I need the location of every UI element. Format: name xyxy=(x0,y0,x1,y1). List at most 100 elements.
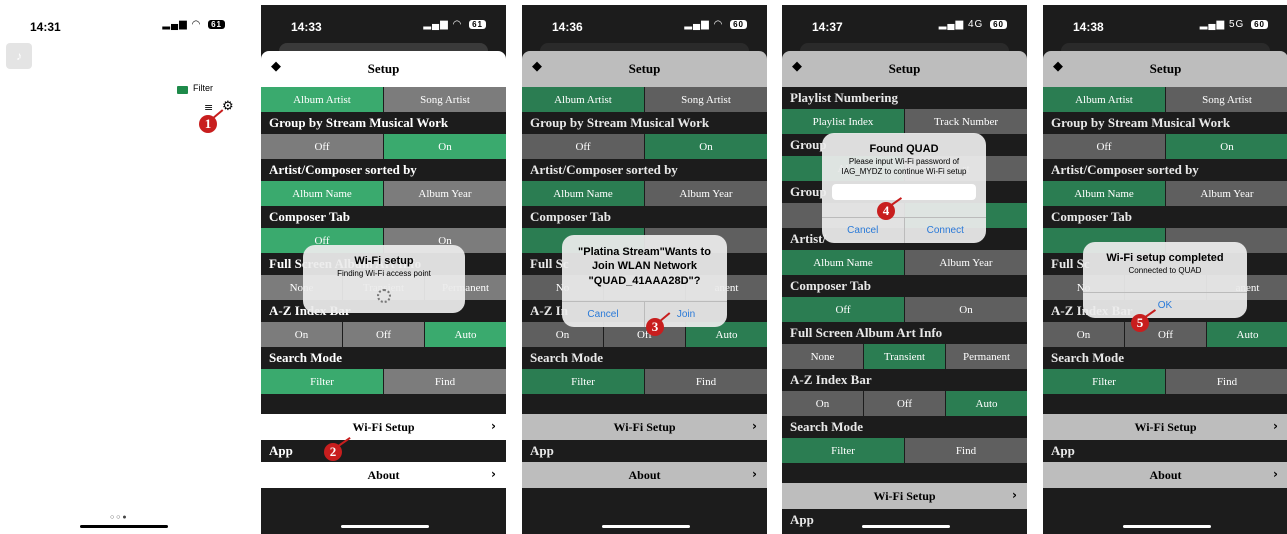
battery-icon: 60 xyxy=(990,20,1007,29)
option-auto[interactable]: Auto xyxy=(425,322,506,347)
option-on[interactable]: On xyxy=(782,391,864,416)
option-track-number[interactable]: Track Number xyxy=(905,109,1027,134)
network-type: 5G xyxy=(1228,19,1245,30)
page-title: Setup xyxy=(367,61,400,76)
page-title: Setup xyxy=(628,61,661,76)
phone-screen-3: 14:36 ▂▄▆ ◠ 60 ◆ Setup Album Artist Song … xyxy=(522,5,767,534)
wifi-setup-row[interactable]: Wi-Fi Setup › xyxy=(522,414,767,440)
join-network-dialog: "Platina Stream"Wants to Join WLAN Netwo… xyxy=(562,235,727,327)
dialog-title: Wi-Fi setup completed xyxy=(1106,252,1224,264)
section-header: Composer Tab xyxy=(269,209,351,224)
about-label: About xyxy=(1149,468,1182,482)
about-row[interactable]: About › xyxy=(522,462,767,488)
wifi-setup-row[interactable]: Wi-Fi Setup › xyxy=(1043,414,1287,440)
option-off[interactable]: Off xyxy=(343,322,425,347)
option-auto[interactable]: Auto xyxy=(946,391,1027,416)
option-album-artist[interactable]: Album Artist xyxy=(261,87,384,112)
option-album-year[interactable]: Album Year xyxy=(905,250,1027,275)
cancel-button[interactable]: Cancel xyxy=(822,218,905,243)
option-song-artist[interactable]: Song Artist xyxy=(384,87,506,112)
chevron-right-icon: › xyxy=(1273,419,1278,433)
password-input[interactable] xyxy=(832,184,976,201)
option-album-name[interactable]: Album Name xyxy=(522,181,645,206)
option-on[interactable]: On xyxy=(1166,134,1287,159)
ok-button[interactable]: OK xyxy=(1083,293,1247,318)
music-app-icon[interactable]: ♪ xyxy=(6,43,32,69)
network-type: 4G xyxy=(967,19,984,30)
clock: 14:33 xyxy=(291,20,322,34)
home-indicator xyxy=(862,525,950,528)
option-album-artist[interactable]: Album Artist xyxy=(1043,87,1166,112)
option-filter[interactable]: Filter xyxy=(522,369,645,394)
option-album-name[interactable]: Album Name xyxy=(1043,181,1166,206)
nav-bar: ◆ Setup xyxy=(522,51,767,87)
option-find[interactable]: Find xyxy=(1166,369,1287,394)
option-find[interactable]: Find xyxy=(905,438,1027,463)
option-permanent[interactable]: Permanent xyxy=(946,344,1027,369)
option-off[interactable]: Off xyxy=(522,134,645,159)
nav-bar: ◆ Setup xyxy=(782,51,1027,87)
page-title: Setup xyxy=(888,61,921,76)
option-song-artist[interactable]: Song Artist xyxy=(1166,87,1287,112)
dialog-message: Please input Wi-Fi password of IAG_MYDZ … xyxy=(841,157,967,176)
option-album-year[interactable]: Album Year xyxy=(645,181,767,206)
phone-screen-2: 14:33 ▂▄▆ ◠ 61 ◆ Setup Album Artist Song … xyxy=(261,5,506,534)
connect-button[interactable]: Connect xyxy=(905,218,987,243)
section-header: A-Z Index Bar xyxy=(790,372,872,387)
home-indicator xyxy=(80,525,168,528)
section-header: Artist/Composer sorted by xyxy=(269,162,417,177)
signal-wifi-battery: ▂▄▆ ◠ 60 xyxy=(684,19,747,30)
list-icon[interactable]: ≡ xyxy=(204,101,213,114)
option-find[interactable]: Find xyxy=(384,369,506,394)
filter-folder-icon[interactable] xyxy=(177,86,188,94)
option-album-artist[interactable]: Album Artist xyxy=(522,87,645,112)
option-on[interactable]: On xyxy=(384,134,506,159)
clock: 14:37 xyxy=(812,20,843,34)
section-header: Group by Stream Musical Work xyxy=(1051,115,1231,130)
cancel-button[interactable]: Cancel xyxy=(562,302,645,327)
option-filter[interactable]: Filter xyxy=(1043,369,1166,394)
wifi-password-dialog: Found QUAD Please input Wi-Fi password o… xyxy=(822,133,986,243)
page-title: Setup xyxy=(1149,61,1182,76)
dialog-message: Finding Wi-Fi access point xyxy=(337,269,431,278)
option-on[interactable]: On xyxy=(905,297,1027,322)
status-bar: 14:38 ▂▄▆ 5G 60 xyxy=(1043,5,1287,45)
section-header-app: App xyxy=(269,443,293,458)
option-filter[interactable]: Filter xyxy=(261,369,384,394)
option-on[interactable]: On xyxy=(645,134,767,159)
option-on[interactable]: On xyxy=(1043,322,1125,347)
option-off[interactable]: Off xyxy=(782,297,905,322)
option-album-name[interactable]: Album Name xyxy=(782,250,905,275)
option-on[interactable]: On xyxy=(261,322,343,347)
section-header: Artist/Composer sorted by xyxy=(530,162,678,177)
phone-screen-5: 14:38 ▂▄▆ 5G 60 ◆ Setup Album Artist Song… xyxy=(1043,5,1287,534)
filter-label[interactable]: Filter xyxy=(193,83,213,93)
option-off[interactable]: Off xyxy=(1043,134,1166,159)
wifi-setup-row[interactable]: Wi-Fi Setup › xyxy=(261,414,506,440)
option-off[interactable]: Off xyxy=(864,391,946,416)
about-row[interactable]: About › xyxy=(1043,462,1287,488)
wifi-setup-row[interactable]: Wi-Fi Setup › xyxy=(782,483,1027,509)
option-song-artist[interactable]: Song Artist xyxy=(645,87,767,112)
about-row[interactable]: About › xyxy=(261,462,506,488)
status-bar: 14:37 ▂▄▆ 4G 60 xyxy=(782,5,1027,45)
section-header: Group by Stream Musical Work xyxy=(269,115,449,130)
section-header-app: App xyxy=(1051,443,1075,458)
option-playlist-index[interactable]: Playlist Index xyxy=(782,109,905,134)
gear-icon[interactable]: ⚙ xyxy=(222,99,234,114)
option-album-year[interactable]: Album Year xyxy=(384,181,506,206)
option-off[interactable]: Off xyxy=(261,134,384,159)
option-find[interactable]: Find xyxy=(645,369,767,394)
option-none[interactable]: None xyxy=(782,344,864,369)
section-header: Composer Tab xyxy=(1051,209,1133,224)
option-album-year[interactable]: Album Year xyxy=(1166,181,1287,206)
option-filter[interactable]: Filter xyxy=(782,438,905,463)
section-header: Full Screen Album Art Info xyxy=(790,325,943,340)
section-header: Search Mode xyxy=(1051,350,1125,365)
clock: 14:38 xyxy=(1073,20,1104,34)
loading-spinner-icon xyxy=(377,288,391,303)
section-header: Composer Tab xyxy=(530,209,612,224)
option-transient[interactable]: Transient xyxy=(864,344,946,369)
option-album-name[interactable]: Album Name xyxy=(261,181,384,206)
option-auto[interactable]: Auto xyxy=(1207,322,1287,347)
